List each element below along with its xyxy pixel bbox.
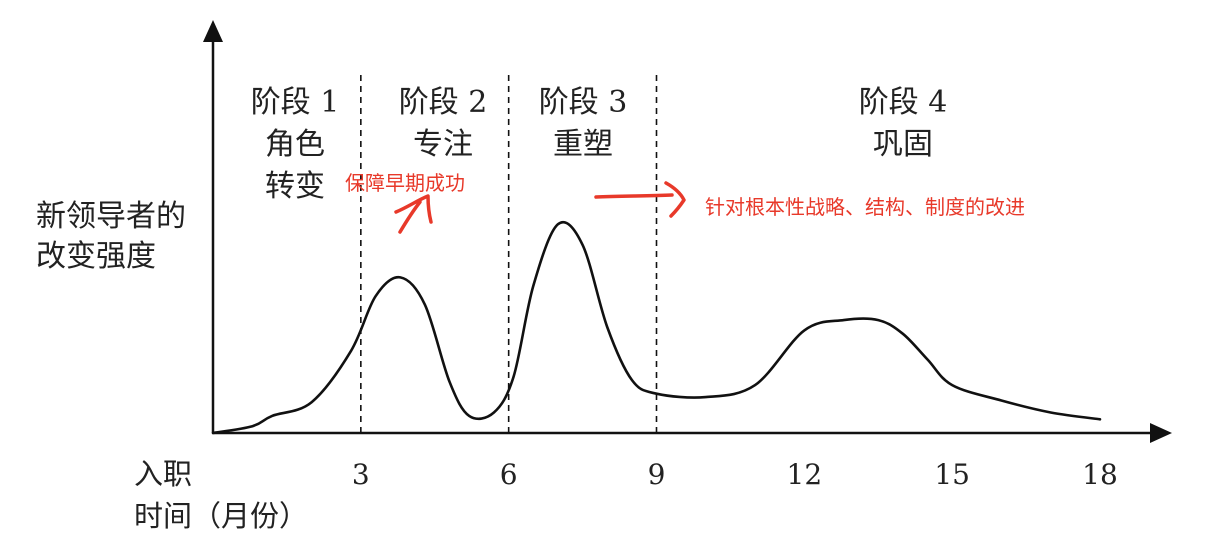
x-tick-label-3: 3 — [352, 458, 370, 491]
stage-1-label-line-2: 角色 — [265, 127, 325, 162]
y-axis-arrow — [203, 20, 223, 42]
x-tick-label-15: 15 — [934, 458, 970, 491]
x-axis-label-line-1: 入职 — [134, 457, 192, 491]
stage-4-label-line-2: 巩固 — [873, 127, 933, 162]
x-tick-label-12: 12 — [787, 458, 823, 491]
stage-2-label-line-2: 专注 — [413, 127, 473, 162]
stage-3-label-line-2: 重塑 — [553, 127, 613, 162]
stage-1-label-line-1: 阶段 1 — [251, 85, 340, 120]
x-axis-arrow — [1150, 423, 1172, 443]
stage-2-label-line-1: 阶段 2 — [399, 85, 488, 120]
x-tick-label-18: 18 — [1082, 458, 1118, 491]
x-axis-label-line-2: 时间（月份） — [134, 499, 308, 533]
x-tick-label-6: 6 — [500, 458, 518, 491]
annotation-early-success: 保障早期成功 — [345, 171, 465, 195]
chart-canvas: 阶段 1 角色转变 阶段 2 专注 阶段 3 重塑 阶段 4 巩固 3 6 9 12 15 18 新领导… — [36, 20, 1172, 533]
stage-1-label-line-3: 转变 — [265, 169, 325, 204]
y-axis-label-line-2: 改变强度 — [36, 239, 156, 274]
hand-drawn-up-arrow — [394, 194, 433, 234]
annotation-fundamental-improvements: 针对根本性战略、结构、制度的改进 — [705, 195, 1025, 219]
stage-4-label-line-1: 阶段 4 — [859, 85, 948, 120]
x-tick-labels: 3 6 9 12 15 18 — [352, 458, 1118, 491]
stage-3-label-line-1: 阶段 3 — [539, 85, 628, 120]
hand-drawn-right-arrow — [594, 181, 686, 218]
x-tick-label-9: 9 — [648, 458, 666, 491]
y-axis-label-line-1: 新领导者的 — [36, 199, 186, 234]
